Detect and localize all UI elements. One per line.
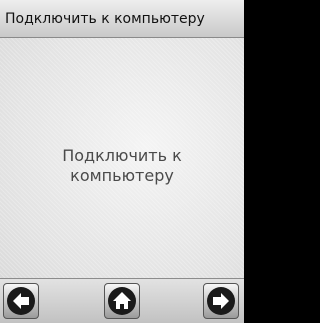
arrow-right-icon bbox=[207, 287, 235, 315]
back-button[interactable] bbox=[3, 283, 39, 319]
forward-button[interactable] bbox=[203, 283, 239, 319]
message-line-1: Подключить к bbox=[62, 146, 182, 165]
page-title: Подключить к компьютеру bbox=[5, 11, 205, 27]
title-bar: Подключить к компьютеру bbox=[0, 0, 244, 38]
house-icon bbox=[108, 287, 136, 315]
message-line-2: компьютеру bbox=[70, 166, 174, 185]
connect-message: Подключить к компьютеру bbox=[0, 146, 244, 186]
device-screen: Подключить к компьютеру Подключить к ком… bbox=[0, 0, 244, 323]
home-button[interactable] bbox=[104, 283, 140, 319]
bottom-nav-bar bbox=[0, 278, 244, 323]
main-content: Подключить к компьютеру bbox=[0, 38, 244, 278]
arrow-left-icon bbox=[7, 287, 35, 315]
